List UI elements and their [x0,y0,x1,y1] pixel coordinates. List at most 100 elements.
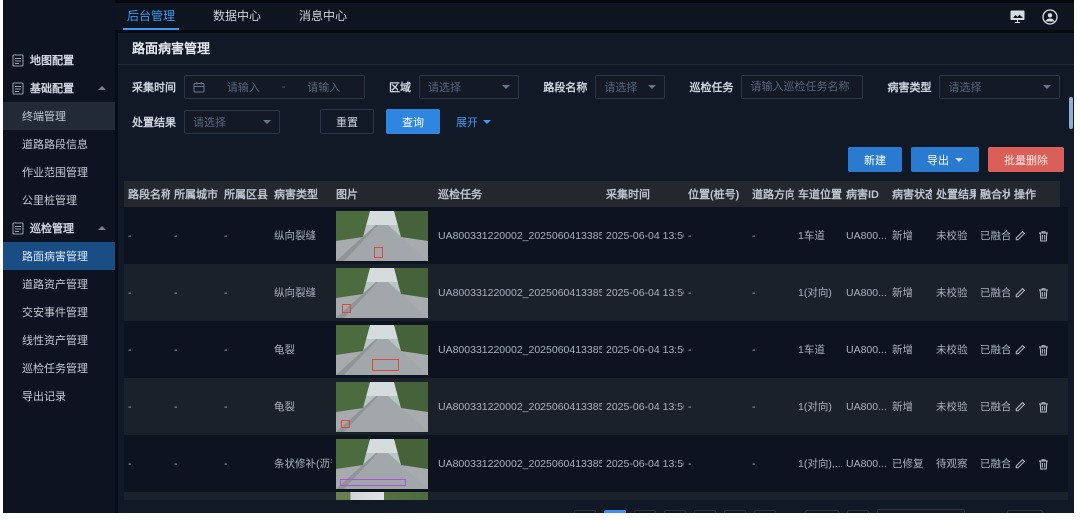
tab-backend-mgmt[interactable]: 后台管理 [123,3,179,30]
sidebar-item-road-damage-mgmt[interactable]: 路面病害管理 [3,242,115,270]
sidebar-item-label: 巡检管理 [30,220,74,236]
collect-time-range-picker[interactable]: 请输入 - 请输入 [184,75,365,99]
task-label: 巡检任务 [689,79,733,95]
cell-status: 新增 [888,378,932,435]
goto-page-input[interactable] [1007,510,1043,513]
cell-road-name: - [124,378,170,435]
road-photo-thumbnail[interactable] [336,268,428,318]
cell-status: 新增 [888,321,932,378]
sidebar-item-base-config[interactable]: 基础配置 [3,74,115,102]
cell-direction: - [748,435,794,492]
tab-message-center[interactable]: 消息中心 [295,3,351,30]
page-button-last[interactable]: 1271 [805,510,839,513]
col-header-position: 位置(桩号) [684,181,748,207]
col-header-task: 巡检任务 [434,181,602,207]
sidebar-item-linear-asset-mgmt[interactable]: 线性资产管理 [3,326,115,354]
cell-damage-id: UA800... [842,321,888,378]
road-photo-thumbnail[interactable] [336,382,428,432]
user-avatar-icon[interactable] [1042,9,1058,25]
edit-icon[interactable] [1014,458,1026,470]
delete-icon[interactable] [1038,230,1049,242]
vertical-scrollbar-thumb[interactable] [1069,97,1073,129]
cell-damage-id: UA800... [842,378,888,435]
region-select[interactable]: 请选择 [419,75,519,99]
damage-annotation-box [372,359,399,371]
page-button-4[interactable]: 4 [694,510,716,513]
damage-type-label: 病害类型 [887,79,931,95]
delete-icon[interactable] [1038,287,1049,299]
table-row[interactable]: - - - 龟裂 UA800331220002_2025060413385205… [124,378,1068,435]
sidebar-item-export-records[interactable]: 导出记录 [3,382,115,410]
sidebar-item-km-post-mgmt[interactable]: 公里桩管理 [3,186,115,214]
sidebar-item-traffic-safety-event-mgmt[interactable]: 交安事件管理 [3,298,115,326]
tab-label: 后台管理 [127,7,175,24]
export-button[interactable]: 导出 [911,147,979,172]
damage-type-select[interactable]: 请选择 [939,75,1060,99]
sidebar-item-terminal-mgmt[interactable]: 终端管理 [3,102,115,130]
page-button-6[interactable]: 6 [754,510,776,513]
prev-page-button[interactable]: ‹ [574,510,596,513]
table-row[interactable]: - - - 纵向裂缝 UA800331220002_20250604133852… [124,207,1068,264]
expand-label: 展开 [456,114,478,130]
end-date-placeholder[interactable]: 请输入 [291,79,356,95]
edit-icon[interactable] [1014,401,1026,413]
table-row[interactable]: - - - 龟裂 UA800331220002_2025060413385205… [124,321,1068,378]
sidebar-item-label: 终端管理 [22,108,66,124]
expand-toggle[interactable]: 展开 [456,114,491,130]
tab-label: 数据中心 [213,7,261,24]
cell-county: - [220,207,270,264]
sidebar-item-label: 道路资产管理 [22,276,88,292]
task-name-input[interactable] [741,75,863,99]
cell-county: - [220,264,270,321]
table-row[interactable]: - - - 纵向裂缝 UA800331220002_20250604133852… [124,264,1068,321]
new-button[interactable]: 新建 [848,147,902,172]
cell-lane: 1(对向) [794,264,842,321]
cell-fusion: 已融合 [976,207,1010,264]
sidebar-item-inspection-task-mgmt[interactable]: 巡检任务管理 [3,354,115,382]
col-header-county: 所属区县 [220,181,270,207]
page-size-select[interactable]: 10条/页 [877,509,965,513]
sidebar-item-work-scope-mgmt[interactable]: 作业范围管理 [3,158,115,186]
cell-position: - [684,321,748,378]
next-page-button[interactable]: › [847,510,869,513]
edit-icon[interactable] [1014,344,1026,356]
result-select[interactable]: 请选择 [184,110,280,134]
chevron-up-icon [98,86,106,90]
cell-fusion: 已融合 [976,264,1010,321]
query-button[interactable]: 查询 [386,109,440,134]
tab-label: 消息中心 [299,7,347,24]
cell-county: - [220,435,270,492]
cell-county: - [220,321,270,378]
reset-button[interactable]: 重置 [320,109,374,134]
page-button-2[interactable]: 2 [634,510,656,513]
sidebar-item-road-asset-mgmt[interactable]: 道路资产管理 [3,270,115,298]
edit-icon[interactable] [1014,287,1026,299]
table-row[interactable]: - - - 条状修补(沥青) UA800331220002_2025060413… [124,435,1068,492]
batch-delete-button[interactable]: 批量删除 [988,147,1064,172]
cell-damage-id: UA800... [842,207,888,264]
delete-icon[interactable] [1038,401,1049,413]
col-header-result: 处置结果 [932,181,976,207]
road-name-select[interactable]: 请选择 [595,75,665,99]
start-date-placeholder[interactable]: 请输入 [211,79,276,95]
page-button-1[interactable]: 1 [604,510,626,513]
tab-data-center[interactable]: 数据中心 [209,3,265,30]
col-header-image: 图片 [332,181,434,207]
base-config-icon [12,82,24,95]
delete-icon[interactable] [1038,344,1049,356]
page-button-5[interactable]: 5 [724,510,746,513]
calendar-icon [193,81,205,93]
edit-icon[interactable] [1014,230,1026,242]
sidebar-item-road-section-info[interactable]: 道路路段信息 [3,130,115,158]
delete-icon[interactable] [1038,458,1049,470]
road-photo-thumbnail[interactable] [336,325,428,375]
result-placeholder: 请选择 [193,114,226,130]
road-photo-thumbnail[interactable] [336,211,428,261]
cell-result: 未校验 [932,207,976,264]
sidebar-item-map-config[interactable]: 地图配置 [3,46,115,74]
road-photo-thumbnail[interactable] [336,439,428,489]
page-button-3[interactable]: 3 [664,510,686,513]
sidebar-item-inspection-mgmt[interactable]: 巡检管理 [3,214,115,242]
screen-monitor-icon[interactable] [1009,9,1026,24]
cell-city: - [170,378,220,435]
